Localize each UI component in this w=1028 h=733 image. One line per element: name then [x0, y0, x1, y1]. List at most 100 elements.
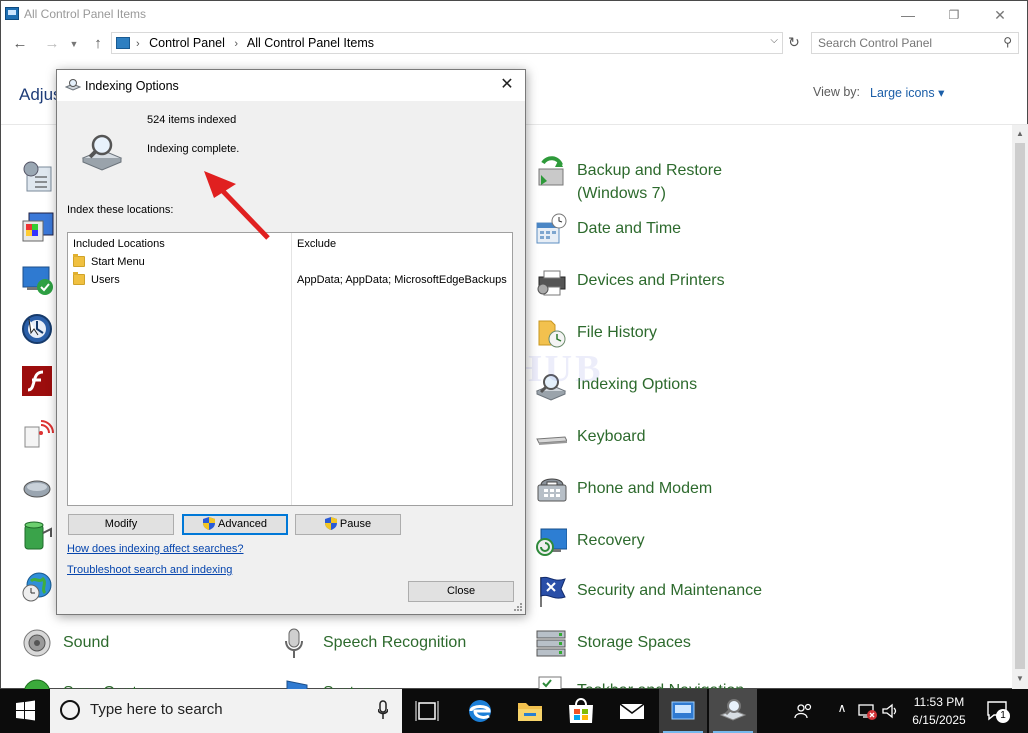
cp-item-label: Devices and Printers	[577, 272, 725, 289]
clock-time: 11:53 PM	[913, 695, 965, 709]
breadcrumb-all-items[interactable]: All Control Panel Items	[247, 36, 374, 50]
recovery-icon	[536, 528, 567, 556]
cp-item-system[interactable]: System	[281, 675, 481, 689]
address-dropdown-icon[interactable]: ⌵	[770, 35, 778, 46]
microphone-icon[interactable]	[378, 699, 388, 721]
file-explorer-icon[interactable]	[506, 689, 554, 733]
mail-icon[interactable]	[608, 689, 656, 733]
ease-of-access-icon[interactable]	[21, 313, 55, 347]
dialog-close-button[interactable]: Close	[408, 581, 514, 602]
cp-item-phone-modem[interactable]: Phone and Modem	[535, 471, 835, 517]
mouse-icon[interactable]	[21, 471, 55, 505]
edge-browser-icon[interactable]	[456, 689, 504, 733]
taskbar-search-text: Type here to search	[90, 701, 223, 718]
pause-button[interactable]: Pause	[295, 514, 401, 535]
default-programs-icon[interactable]	[21, 263, 55, 297]
backup-restore-icon	[538, 156, 564, 186]
included-locations-header[interactable]: Included Locations	[73, 238, 165, 250]
cp-item-storage-spaces[interactable]: Storage Spaces	[535, 625, 835, 671]
modify-button[interactable]: Modify	[68, 514, 174, 535]
recent-locations-chevron-icon[interactable]: ▼	[65, 35, 83, 53]
window-title: All Control Panel Items	[24, 7, 147, 21]
search-box[interactable]: ⚲	[811, 32, 1019, 54]
taskbar-clock[interactable]: 11:53 PM 6/15/2025	[898, 693, 980, 729]
cp-item-sync-center[interactable]: Sync Center	[21, 675, 221, 689]
column-divider[interactable]	[291, 233, 292, 505]
internet-options-icon[interactable]	[21, 417, 55, 451]
search-input[interactable]	[818, 36, 988, 50]
cp-item-label: Phone and Modem	[577, 480, 713, 497]
network-disconnected-icon[interactable]	[857, 701, 877, 721]
microsoft-store-icon[interactable]	[557, 689, 605, 733]
index-locations-label: Index these locations:	[67, 204, 174, 216]
control-panel-taskbar-button[interactable]	[659, 689, 707, 733]
control-panel-small-icon	[116, 37, 130, 49]
indexing-small-icon	[65, 79, 81, 91]
dialog-titlebar[interactable]: Indexing Options ✕	[57, 70, 525, 101]
cp-item-taskbar-navigation[interactable]: Taskbar and Navigation	[535, 673, 835, 689]
list-item[interactable]: Users	[73, 272, 120, 286]
minimize-button[interactable]: —	[885, 4, 931, 26]
folder-icon	[73, 272, 85, 285]
resize-grip-icon[interactable]	[513, 602, 523, 612]
breadcrumb: › Control Panel › All Control Panel Item…	[136, 36, 374, 50]
devices-printers-icon	[537, 270, 566, 296]
cp-item-date-time[interactable]: Date and Time	[535, 211, 835, 257]
troubleshoot-link[interactable]: Troubleshoot search and indexing	[67, 564, 232, 576]
advanced-button-label: Advanced	[218, 518, 267, 530]
back-arrow-icon[interactable]: ←	[11, 35, 29, 53]
volume-icon[interactable]	[880, 701, 900, 721]
forward-arrow-icon[interactable]: →	[43, 35, 61, 53]
scroll-down-icon[interactable]: ▼	[1015, 674, 1025, 686]
task-view-icon[interactable]	[403, 689, 451, 733]
search-icon[interactable]: ⚲	[1003, 35, 1012, 49]
indexing-drive-icon	[81, 134, 123, 171]
maximize-button[interactable]: ❐	[931, 4, 977, 26]
address-field[interactable]: › Control Panel › All Control Panel Item…	[111, 32, 783, 54]
window-titlebar[interactable]: All Control Panel Items — ❐ ✕	[1, 1, 1027, 29]
scroll-up-icon[interactable]: ▲	[1015, 129, 1025, 141]
cp-item-speech-recognition[interactable]: Speech Recognition	[281, 625, 511, 671]
help-indexing-link[interactable]: How does indexing affect searches?	[67, 543, 244, 555]
up-arrow-icon[interactable]: ↑	[89, 35, 107, 53]
color-management-icon[interactable]	[21, 211, 55, 245]
breadcrumb-control-panel[interactable]: Control Panel	[149, 36, 225, 50]
view-by-dropdown[interactable]: Large icons ▾	[870, 85, 944, 100]
cp-item-label: Sound	[63, 634, 110, 651]
show-hidden-icons-chevron-icon[interactable]: ∧	[832, 701, 852, 721]
cp-item-sound[interactable]: Sound	[21, 625, 221, 671]
cp-item-backup-restore[interactable]: Backup and Restore (Windows 7)	[535, 153, 835, 202]
close-button[interactable]: ✕	[977, 4, 1023, 26]
windows-start-icon[interactable]	[0, 689, 50, 733]
phone-modem-icon	[537, 478, 567, 502]
cp-item-label: System	[323, 681, 376, 689]
cp-item-label: Sync Center	[63, 681, 151, 689]
people-icon[interactable]	[794, 701, 814, 721]
exclude-value: AppData; AppData; MicrosoftEdgeBackups	[297, 274, 507, 286]
cp-item-recovery[interactable]: Recovery	[535, 523, 835, 569]
locations-list[interactable]: Included Locations Exclude Start Menu Us…	[67, 232, 513, 506]
vertical-scrollbar[interactable]: ▲ ▼	[1012, 125, 1028, 690]
administrative-tools-icon[interactable]	[21, 159, 55, 193]
cp-item-keyboard[interactable]: Keyboard	[535, 419, 835, 465]
flash-player-icon[interactable]	[21, 365, 55, 399]
date-time-icon	[536, 213, 567, 244]
list-item[interactable]: Start Menu	[73, 254, 145, 268]
dialog-close-icon[interactable]: ✕	[497, 75, 517, 95]
exclude-header[interactable]: Exclude	[297, 238, 336, 250]
refresh-icon[interactable]: ↻	[785, 34, 803, 52]
file-history-icon	[538, 320, 566, 348]
region-icon[interactable]	[21, 571, 55, 605]
indexing-options-taskbar-button[interactable]	[709, 689, 757, 733]
address-bar-row: ← → ▼ ↑ › Control Panel › All Control Pa…	[1, 31, 1027, 57]
storage-spaces-icon	[536, 630, 566, 657]
notification-count-badge: 1	[996, 709, 1010, 723]
scroll-thumb[interactable]	[1015, 143, 1025, 669]
cp-item-security-maintenance[interactable]: Security and Maintenance	[535, 573, 835, 619]
taskbar-search-box[interactable]: Type here to search	[50, 689, 402, 733]
cp-item-devices-printers[interactable]: Devices and Printers	[535, 263, 835, 309]
uac-shield-icon	[324, 517, 337, 530]
uac-shield-icon	[203, 517, 216, 530]
advanced-button[interactable]: Advanced	[182, 514, 288, 535]
power-options-icon[interactable]	[21, 519, 55, 553]
